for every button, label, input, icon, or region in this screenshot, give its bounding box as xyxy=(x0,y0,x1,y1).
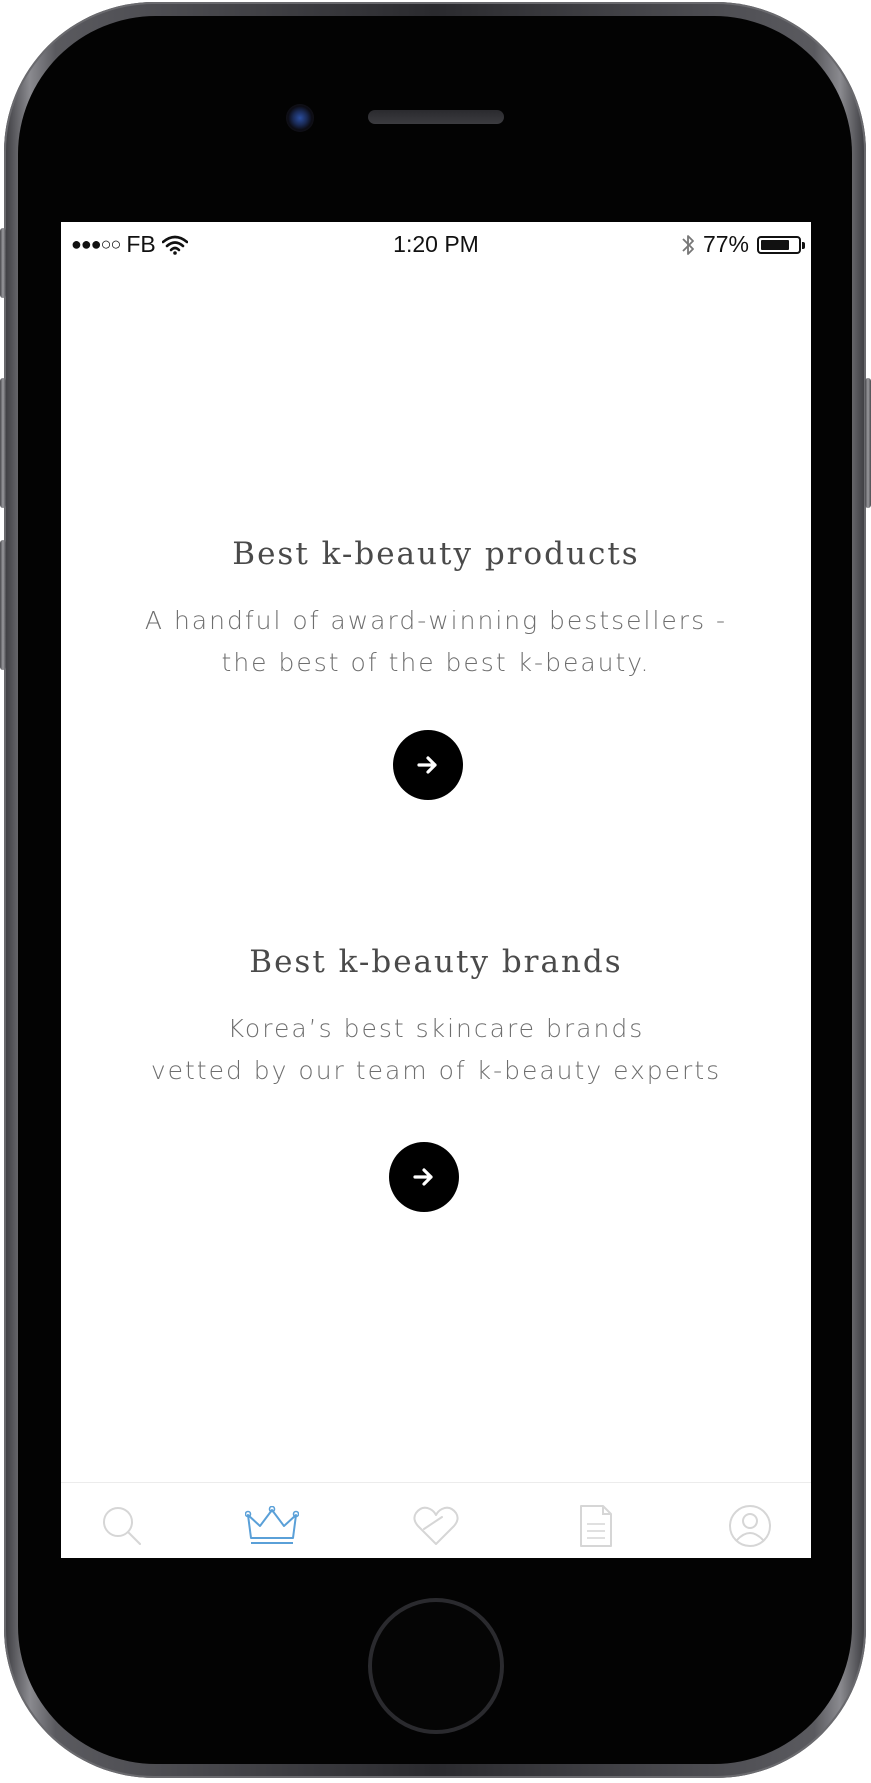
status-bar: ●●●○○ FB 1:20 PM 77% xyxy=(61,222,811,268)
battery-icon xyxy=(757,235,805,254)
status-right: 77% xyxy=(681,231,805,258)
tab-documents[interactable] xyxy=(566,1501,626,1551)
crown-icon xyxy=(245,1506,299,1544)
volume-up-button xyxy=(0,378,6,508)
battery-percent: 77% xyxy=(702,231,749,257)
document-icon xyxy=(580,1505,612,1547)
best-brands-section: Best k-beauty brands Korea’s best skinca… xyxy=(61,944,811,1092)
battery-level xyxy=(761,239,789,250)
section-title: Best k-beauty brands xyxy=(249,944,623,980)
mute-switch xyxy=(0,228,6,298)
description-line: vetted by our team of k-beauty experts xyxy=(150,1056,722,1085)
volume-down-button xyxy=(0,540,6,670)
heart-icon xyxy=(413,1506,459,1545)
tab-search[interactable] xyxy=(92,1501,152,1551)
arrow-right-icon xyxy=(413,1168,433,1186)
best-brands-arrow-button[interactable] xyxy=(389,1142,459,1212)
description-line: A handful of award-winning bestsellers - xyxy=(144,606,728,635)
earpiece-speaker xyxy=(368,110,504,124)
search-icon xyxy=(103,1507,141,1545)
description-line: Korea’s best skincare brands xyxy=(227,1014,645,1043)
home-button[interactable] xyxy=(368,1598,504,1734)
section-description: Korea’s best skincare brands vetted by o… xyxy=(61,1008,811,1092)
tab-profile[interactable] xyxy=(720,1501,780,1551)
best-products-section: Best k-beauty products A handful of awar… xyxy=(61,536,811,684)
bluetooth-icon xyxy=(682,234,694,255)
best-products-arrow-button[interactable] xyxy=(393,730,463,800)
tab-favorites[interactable] xyxy=(406,1501,466,1551)
tab-crown[interactable] xyxy=(242,1501,302,1551)
profile-icon xyxy=(729,1505,771,1547)
front-camera xyxy=(286,104,314,132)
arrow-right-icon xyxy=(417,756,437,774)
section-description: A handful of award-winning bestsellers -… xyxy=(61,600,811,684)
section-title: Best k-beauty products xyxy=(232,536,640,572)
description-line: the best of the best k-beauty. xyxy=(221,648,651,677)
app-screen: ●●●○○ FB 1:20 PM 77% Best k-beauty produ… xyxy=(61,222,811,1558)
tab-bar xyxy=(61,1482,811,1558)
power-button xyxy=(865,378,871,508)
